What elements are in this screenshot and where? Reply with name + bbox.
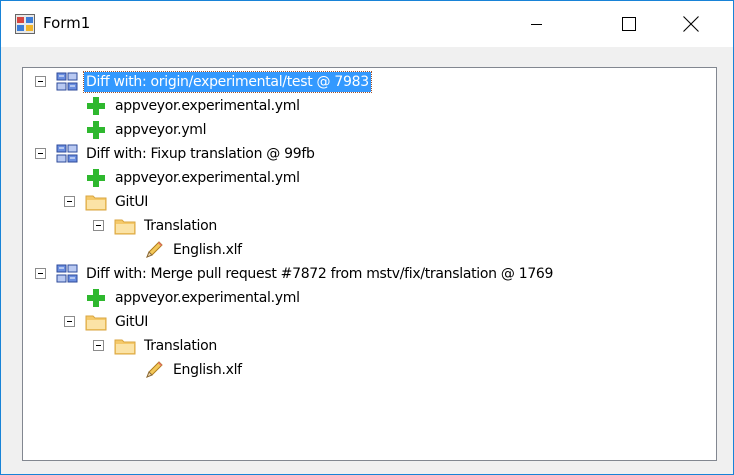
collapse-toggle[interactable] <box>35 76 46 87</box>
tree-node[interactable]: appveyor.experimental.yml <box>23 166 713 190</box>
tree-node-label[interactable]: English.xlf <box>171 360 244 380</box>
app-icon[interactable] <box>15 14 35 34</box>
tree-node-label[interactable]: Translation <box>142 336 219 356</box>
tree-node-diff[interactable]: Diff with: Fixup translation @ 99fb <box>23 142 713 166</box>
tree-node-label[interactable]: GitUI <box>113 192 150 212</box>
minimize-button[interactable] <box>514 1 560 47</box>
tree-node[interactable]: appveyor.experimental.yml <box>23 94 713 118</box>
plus-icon <box>85 119 107 141</box>
maximize-button[interactable] <box>606 1 652 47</box>
tree-node-label[interactable]: Diff with: Fixup translation @ 99fb <box>84 144 317 164</box>
title-bar[interactable]: Form1 <box>1 1 733 47</box>
form-window: Form1 Diff with: origin/experimental/tes… <box>0 0 734 475</box>
tree-node[interactable]: Translation <box>23 334 713 358</box>
tree-node-label[interactable]: Diff with: Merge pull request #7872 from… <box>84 264 555 284</box>
plus-icon <box>85 287 107 309</box>
tree-node-label[interactable]: GitUI <box>113 312 150 332</box>
tree-node-label[interactable]: English.xlf <box>171 240 244 260</box>
diff-icon <box>56 263 78 285</box>
tree-node[interactable]: English.xlf <box>23 238 713 262</box>
folder-icon <box>85 311 107 333</box>
collapse-toggle[interactable] <box>93 220 104 231</box>
pencil-icon <box>143 239 165 261</box>
folder-icon <box>114 335 136 357</box>
collapse-toggle[interactable] <box>35 268 46 279</box>
close-button[interactable] <box>668 1 714 47</box>
plus-icon <box>85 167 107 189</box>
tree-node-label[interactable]: Translation <box>142 216 219 236</box>
diff-icon <box>56 143 78 165</box>
tree-node[interactable]: English.xlf <box>23 358 713 382</box>
folder-icon <box>85 191 107 213</box>
client-area: Diff with: origin/experimental/test @ 79… <box>1 47 733 474</box>
collapse-toggle[interactable] <box>35 148 46 159</box>
tree-node[interactable]: GitUI <box>23 310 713 334</box>
maximize-icon <box>622 17 636 31</box>
tree-node-label[interactable]: appveyor.experimental.yml <box>113 168 302 188</box>
tree-node-diff[interactable]: Diff with: origin/experimental/test @ 79… <box>23 70 713 94</box>
minimize-icon <box>531 24 542 25</box>
tree-node[interactable]: appveyor.experimental.yml <box>23 286 713 310</box>
tree-node-label[interactable]: Diff with: origin/experimental/test @ 79… <box>83 71 372 93</box>
tree-node[interactable]: Translation <box>23 214 713 238</box>
tree-node-label[interactable]: appveyor.yml <box>113 120 208 140</box>
pencil-icon <box>143 359 165 381</box>
folder-icon <box>114 215 136 237</box>
plus-icon <box>85 95 107 117</box>
tree-node-diff[interactable]: Diff with: Merge pull request #7872 from… <box>23 262 713 286</box>
tree-node-label[interactable]: appveyor.experimental.yml <box>113 96 302 116</box>
tree-node-label[interactable]: appveyor.experimental.yml <box>113 288 302 308</box>
tree-node[interactable]: GitUI <box>23 190 713 214</box>
close-icon <box>683 16 699 32</box>
collapse-toggle[interactable] <box>64 196 75 207</box>
window-title: Form1 <box>43 14 91 32</box>
diff-tree-view[interactable]: Diff with: origin/experimental/test @ 79… <box>22 67 717 461</box>
tree-node[interactable]: appveyor.yml <box>23 118 713 142</box>
collapse-toggle[interactable] <box>93 340 104 351</box>
collapse-toggle[interactable] <box>64 316 75 327</box>
diff-icon <box>56 71 78 93</box>
